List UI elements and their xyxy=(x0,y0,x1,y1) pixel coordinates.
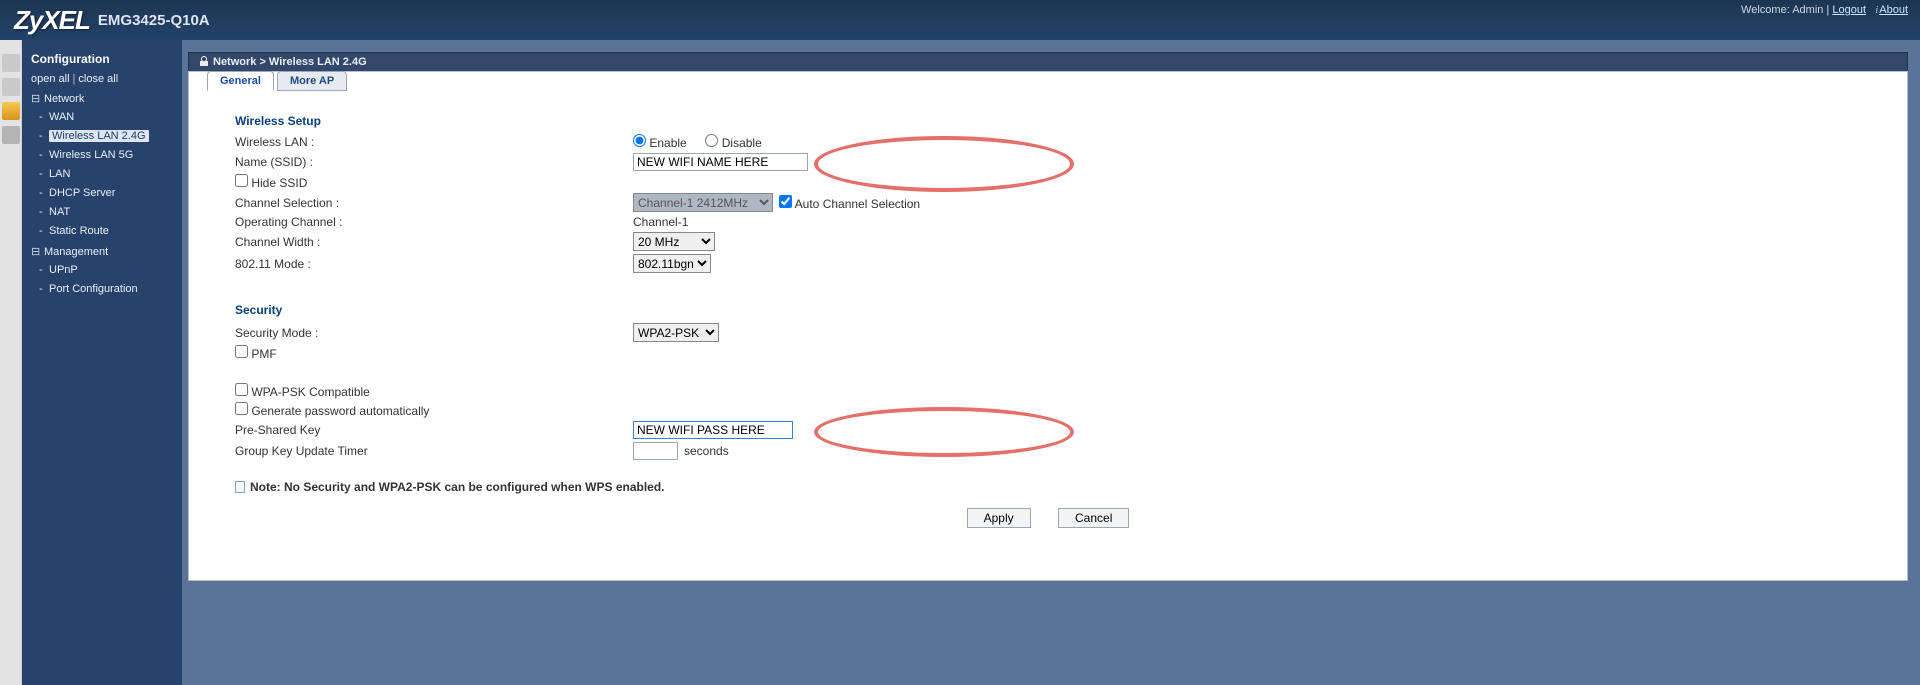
content-panel: General More AP Wireless Setup Wireless … xyxy=(188,71,1908,581)
channel-select[interactable]: Channel-1 2412MHz xyxy=(633,193,773,212)
breadcrumb: Network > Wireless LAN 2.4G xyxy=(188,52,1908,71)
label-channel-width: Channel Width : xyxy=(213,235,633,249)
psk-input[interactable] xyxy=(633,421,793,439)
label-group-key-timer: Group Key Update Timer xyxy=(213,444,633,458)
cancel-button[interactable]: Cancel xyxy=(1058,508,1129,528)
welcome-text: Welcome: Admin | xyxy=(1741,4,1829,16)
sidebar-ops: open all|close all xyxy=(31,71,173,88)
sidebar-item-wan[interactable]: WAN xyxy=(35,108,173,127)
top-banner: ZyXEL EMG3425-Q10A Welcome: Admin | Logo… xyxy=(0,0,1920,40)
group-key-timer-input[interactable] xyxy=(633,442,678,460)
label-channel-selection: Channel Selection : xyxy=(213,196,633,210)
sidebar-group-management[interactable]: ⊟Management xyxy=(31,244,173,261)
sidebar-item-port-config[interactable]: Port Configuration xyxy=(35,280,173,299)
note-icon xyxy=(235,481,245,493)
section-wireless-setup: Wireless Setup xyxy=(235,114,1883,128)
sidebar-item-upnp[interactable]: UPnP xyxy=(35,261,173,280)
sidebar-item-dhcp[interactable]: DHCP Server xyxy=(35,184,173,203)
checkbox-hide-ssid[interactable]: Hide SSID xyxy=(235,174,307,190)
strip-icon[interactable] xyxy=(2,54,20,72)
security-mode-select[interactable]: WPA2-PSK xyxy=(633,323,719,342)
strip-icon[interactable] xyxy=(2,126,20,144)
sidebar-item-nat[interactable]: NAT xyxy=(35,203,173,222)
mode-select[interactable]: 802.11bgn xyxy=(633,254,711,273)
about-link[interactable]: About xyxy=(1879,4,1908,16)
section-security: Security xyxy=(235,303,1883,317)
lock-icon xyxy=(199,56,209,66)
top-right-links: Welcome: Admin | Logout iAbout xyxy=(1741,4,1908,16)
open-all-link[interactable]: open all xyxy=(31,73,70,85)
label-security-mode: Security Mode : xyxy=(213,326,633,340)
model-name: EMG3425-Q10A xyxy=(98,12,210,29)
label-mode: 802.11 Mode : xyxy=(213,257,633,271)
checkbox-pmf[interactable]: PMF xyxy=(235,345,277,361)
left-icon-strip xyxy=(0,40,22,685)
radio-disable[interactable]: Disable xyxy=(705,134,761,150)
checkbox-gen-password[interactable]: Generate password automatically xyxy=(235,402,429,418)
apply-button[interactable]: Apply xyxy=(967,508,1031,528)
radio-enable[interactable]: Enable xyxy=(633,134,687,150)
wps-note: Note: No Security and WPA2-PSK can be co… xyxy=(235,480,1883,494)
ssid-input[interactable] xyxy=(633,153,808,171)
sidebar-item-wlan24[interactable]: Wireless LAN 2.4G xyxy=(35,127,173,146)
checkbox-wpa-compat[interactable]: WPA-PSK Compatible xyxy=(235,383,370,399)
checkbox-auto-channel[interactable]: Auto Channel Selection xyxy=(779,195,920,211)
label-psk: Pre-Shared Key xyxy=(213,423,633,437)
brand-logo: ZyXEL xyxy=(14,5,90,36)
strip-icon[interactable] xyxy=(2,78,20,96)
logout-link[interactable]: Logout xyxy=(1832,4,1866,16)
label-operating-channel: Operating Channel : xyxy=(213,215,633,229)
sidebar-item-static-route[interactable]: Static Route xyxy=(35,222,173,241)
sidebar-item-lan[interactable]: LAN xyxy=(35,165,173,184)
sidebar-group-network[interactable]: ⊟Network xyxy=(31,91,173,108)
info-icon: i xyxy=(1875,4,1878,16)
tab-more-ap[interactable]: More AP xyxy=(277,71,347,91)
tab-general[interactable]: General xyxy=(207,71,274,91)
label-wlan: Wireless LAN : xyxy=(213,135,633,149)
sidebar-item-wlan5[interactable]: Wireless LAN 5G xyxy=(35,146,173,165)
label-ssid: Name (SSID) : xyxy=(213,155,633,169)
channel-width-select[interactable]: 20 MHz xyxy=(633,232,715,251)
close-all-link[interactable]: close all xyxy=(78,73,118,85)
seconds-label: seconds xyxy=(684,444,729,458)
operating-channel-value: Channel-1 xyxy=(633,215,688,229)
strip-icon-configuration[interactable] xyxy=(2,102,20,120)
sidebar: Configuration open all|close all ⊟Networ… xyxy=(22,40,182,685)
sidebar-title: Configuration xyxy=(31,50,173,69)
